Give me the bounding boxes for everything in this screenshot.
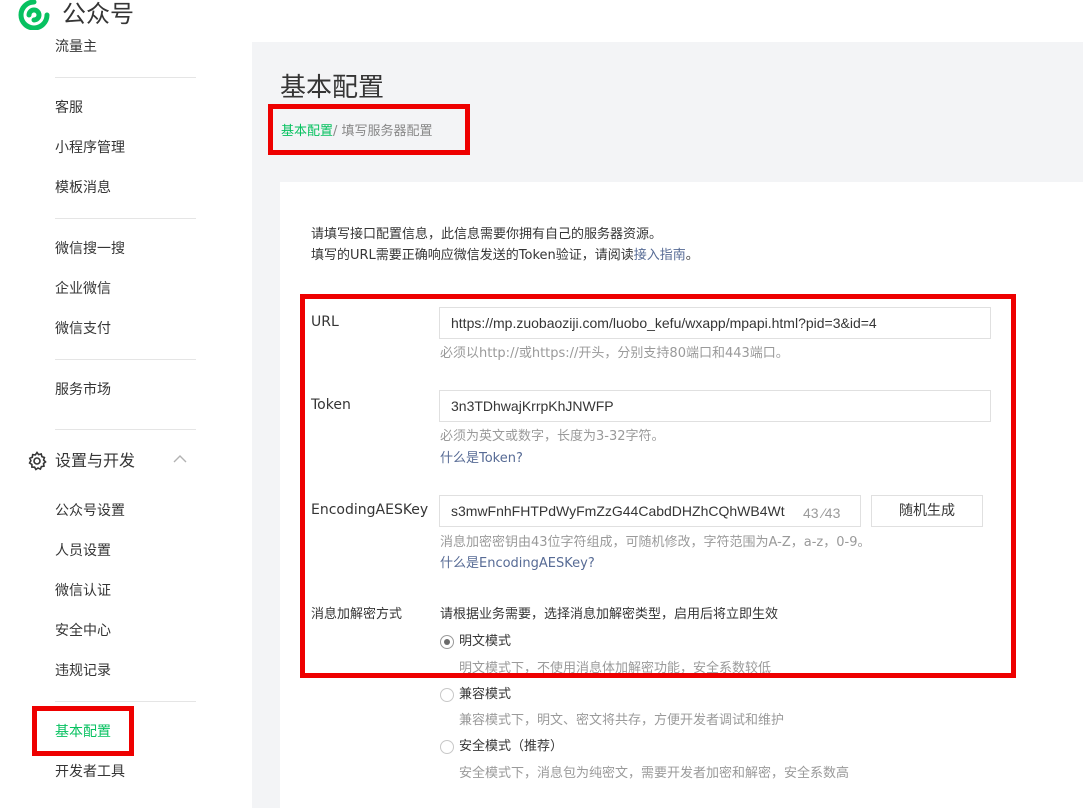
breadcrumb-current[interactable]: 基本配置 — [281, 124, 333, 139]
sidebar-item-service-market[interactable]: 服务市场 — [55, 380, 111, 400]
intro-line-2-suffix: 。 — [685, 248, 699, 263]
sidebar-item-miniprogram[interactable]: 小程序管理 — [55, 138, 125, 158]
sidebar-divider — [55, 359, 196, 360]
radio-label: 明文模式 — [459, 634, 512, 649]
aes-key-tip: 消息加密密钥由43位字符组成，可随机修改，字符范围为A-Z，a-z，0-9。 — [440, 535, 871, 550]
compatible-mode-desc: 兼容模式下，明文、密文将共存，方便开发者调试和维护 — [459, 713, 785, 728]
wechat-mp-logo-icon[interactable] — [18, 0, 50, 30]
gear-icon — [28, 451, 47, 471]
intro-line-2: 填写的URL需要正确响应微信发送的Token验证，请阅读接入指南。 — [311, 246, 699, 266]
sidebar-item-liuliangzhu[interactable]: 流量主 — [55, 37, 97, 57]
sidebar-item-account-settings[interactable]: 公众号设置 — [55, 501, 125, 521]
token-tip: 必须为英文或数字，长度为3-32字符。 — [440, 429, 665, 444]
chevron-up-icon[interactable] — [173, 454, 187, 464]
url-tip: 必须以http://或https://开头，分别支持80端口和443端口。 — [440, 346, 789, 361]
radio-compatible-mode[interactable]: 兼容模式 — [440, 685, 530, 705]
token-input[interactable]: 3n3TDhwajKrrpKhJNWFP — [439, 390, 991, 422]
radio-label: 安全模式（推荐） — [459, 739, 564, 754]
sidebar-item-security-center[interactable]: 安全中心 — [55, 621, 111, 641]
sidebar-item-violation-records[interactable]: 违规记录 — [55, 661, 111, 681]
encryption-mode-hint: 请根据业务需要，选择消息加解密类型，启用后将立即生效 — [440, 607, 779, 622]
radio-label: 兼容模式 — [459, 687, 512, 702]
sidebar-divider — [55, 77, 196, 78]
brand-name: 公众号 — [62, 0, 134, 28]
intro-line-2-text: 填写的URL需要正确响应微信发送的Token验证，请阅读 — [311, 248, 634, 263]
sidebar-item-wecom[interactable]: 企业微信 — [55, 279, 111, 299]
sidebar-section-settings[interactable]: 设置与开发 — [27, 450, 197, 472]
sidebar: 流量主 客服 小程序管理 模板消息 微信搜一搜 企业微信 微信支付 服务市场 设… — [0, 39, 252, 808]
page-title: 基本配置 — [280, 73, 385, 103]
aes-key-input[interactable]: s3mwFnhFHTPdWyFmZzG44CabdDHZhCQhWB4Wt — [439, 495, 861, 527]
sidebar-item-wechat-search[interactable]: 微信搜一搜 — [55, 239, 125, 259]
radio-secure-mode[interactable]: 安全模式（推荐） — [440, 737, 570, 757]
breadcrumb-separator: / — [333, 124, 338, 139]
sidebar-item-basic-config[interactable]: 基本配置 — [55, 722, 111, 742]
url-label: URL — [311, 314, 339, 330]
breadcrumb: 基本配置/ 填写服务器配置 — [281, 122, 433, 142]
secure-mode-desc: 安全模式下，消息包为纯密文，需要开发者加密和解密，安全系数高 — [459, 766, 850, 781]
radio-unchecked-icon[interactable] — [440, 688, 454, 702]
token-label: Token — [311, 397, 351, 413]
sidebar-item-developer-tools[interactable]: 开发者工具 — [55, 762, 125, 782]
breadcrumb-next: 填写服务器配置 — [341, 124, 433, 139]
url-input[interactable]: https://mp.zuobaoziji.com/luobo_kefu/wxa… — [439, 307, 991, 339]
sidebar-divider — [55, 218, 196, 219]
what-is-token-link[interactable]: 什么是Token? — [440, 450, 523, 468]
plaintext-mode-desc: 明文模式下，不使用消息体加解密功能，安全系数较低 — [459, 661, 772, 676]
sidebar-divider — [55, 429, 196, 430]
sidebar-divider — [55, 701, 196, 702]
aes-key-counter: 43 ∕43 — [803, 505, 841, 521]
random-generate-button[interactable]: 随机生成 — [871, 495, 983, 527]
sidebar-item-template-message[interactable]: 模板消息 — [55, 178, 111, 198]
sidebar-item-kefu[interactable]: 客服 — [55, 98, 83, 118]
radio-checked-icon[interactable] — [440, 635, 454, 649]
sidebar-item-verification[interactable]: 微信认证 — [55, 581, 111, 601]
sidebar-section-label: 设置与开发 — [55, 451, 136, 470]
top-bar: 公众号 — [0, 0, 1083, 42]
what-is-aes-key-link[interactable]: 什么是EncodingAESKey? — [440, 555, 595, 573]
radio-unchecked-icon[interactable] — [440, 740, 454, 754]
radio-plaintext-mode[interactable]: 明文模式 — [440, 632, 530, 652]
sidebar-item-wechat-pay[interactable]: 微信支付 — [55, 319, 111, 339]
sidebar-item-member-settings[interactable]: 人员设置 — [55, 541, 111, 561]
aes-key-label: EncodingAESKey — [311, 502, 429, 518]
intro-line-1: 请填写接口配置信息，此信息需要你拥有自己的服务器资源。 — [311, 227, 663, 242]
encryption-mode-label: 消息加解密方式 — [311, 607, 403, 622]
access-guide-link[interactable]: 接入指南 — [634, 248, 686, 263]
